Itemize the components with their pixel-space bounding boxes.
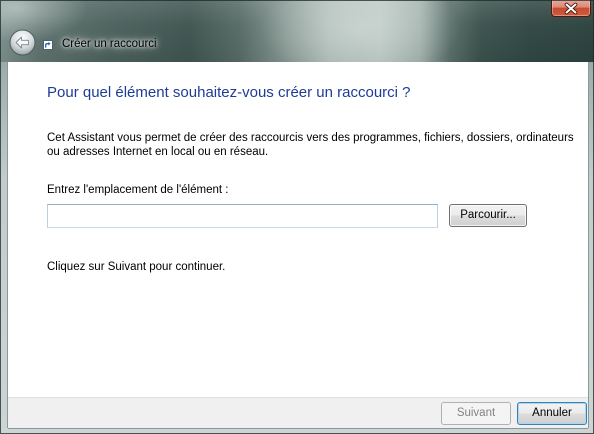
window-title: Créer un raccourci xyxy=(62,38,157,50)
back-arrow-icon xyxy=(9,29,36,56)
wizard-content: Pour quel élément souhaitez-vous créer u… xyxy=(8,62,588,397)
wizard-footer: Suivant Annuler xyxy=(8,397,588,428)
page-heading: Pour quel élément souhaitez-vous créer u… xyxy=(47,84,411,101)
back-button[interactable] xyxy=(9,29,36,56)
close-button[interactable] xyxy=(551,0,591,17)
browse-button[interactable]: Parcourir... xyxy=(449,204,527,227)
shortcut-icon xyxy=(43,40,53,50)
title-bar: Créer un raccourci xyxy=(0,0,594,62)
cancel-button[interactable]: Annuler xyxy=(517,402,587,425)
wizard-description: Cet Assistant vous permet de créer des r… xyxy=(47,132,574,158)
create-shortcut-window: Créer un raccourci Pour quel élément sou… xyxy=(0,0,594,434)
next-button[interactable]: Suivant xyxy=(441,402,511,425)
close-icon xyxy=(564,2,578,15)
continue-hint: Cliquez sur Suivant pour continuer. xyxy=(47,261,226,273)
location-input[interactable] xyxy=(47,204,438,228)
location-label: Entrez l'emplacement de l'élément : xyxy=(47,184,229,196)
